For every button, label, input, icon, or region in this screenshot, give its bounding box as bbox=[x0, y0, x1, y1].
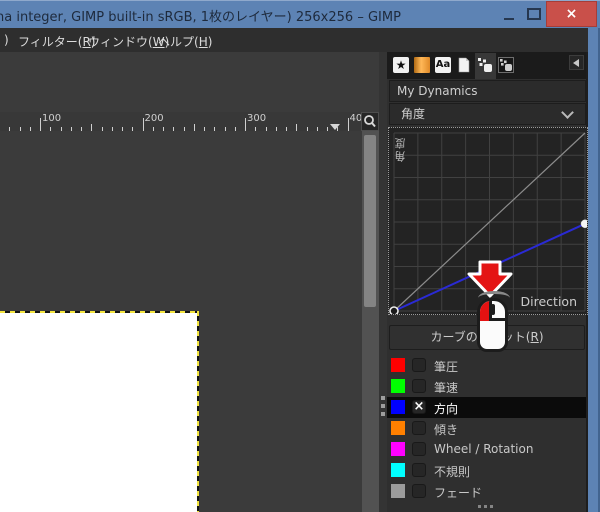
dynamics-selector[interactable]: 角度 bbox=[389, 103, 586, 125]
dynamics-property-row[interactable]: 傾き bbox=[387, 418, 586, 439]
property-label: 傾き bbox=[434, 421, 458, 438]
dynamics-property-row[interactable]: × 方向 bbox=[387, 397, 586, 418]
dynamics-curve-editor[interactable]: 角度 Direction bbox=[388, 127, 588, 315]
zoom-follow-window-button[interactable] bbox=[361, 112, 379, 131]
dynamics-selector-value: 角度 bbox=[401, 107, 425, 121]
tab-paint-dynamics[interactable] bbox=[475, 53, 496, 79]
property-label: Wheel / Rotation bbox=[434, 442, 533, 456]
menu-bar: ) フィルター(R) ウィンドウ(W) ヘルプ(H) bbox=[0, 28, 588, 52]
magnifier-icon bbox=[362, 113, 378, 130]
property-label: 方向 bbox=[434, 400, 458, 417]
scrollbar-thumb[interactable] bbox=[364, 135, 376, 307]
dynamics-property-list: 筆圧 筆速 × 方向 傾き Wheel / bbox=[387, 355, 586, 502]
enable-checkbox[interactable] bbox=[412, 358, 426, 372]
enable-checkbox[interactable] bbox=[412, 379, 426, 393]
enable-checkbox[interactable]: × bbox=[412, 400, 426, 414]
menu-item-help[interactable]: ヘルプ(H) bbox=[158, 33, 212, 50]
color-swatch bbox=[391, 484, 405, 498]
dockable-dialogs-panel: ★ Aa bbox=[387, 52, 588, 512]
window-title: na integer, GIMP built-in sRGB, 1枚のレイヤー)… bbox=[0, 6, 401, 25]
property-label: 筆圧 bbox=[434, 358, 458, 375]
enable-checkbox[interactable] bbox=[412, 463, 426, 477]
tab-fonts[interactable]: Aa bbox=[433, 53, 454, 79]
color-swatch bbox=[391, 379, 405, 393]
tab-document[interactable] bbox=[454, 53, 475, 79]
property-label: 筆速 bbox=[434, 379, 458, 396]
ruler-position-marker bbox=[330, 124, 340, 130]
dynamics-property-row[interactable]: 筆速 bbox=[387, 376, 586, 397]
minimize-icon bbox=[504, 18, 514, 20]
menu-item-cropped: ) bbox=[4, 33, 9, 47]
close-button[interactable]: × bbox=[546, 1, 597, 27]
image-canvas[interactable] bbox=[0, 313, 197, 512]
minimize-button[interactable] bbox=[500, 7, 518, 23]
tab-menu-button[interactable] bbox=[569, 55, 584, 70]
chevron-down-icon bbox=[561, 106, 574, 119]
gradient-icon bbox=[414, 57, 430, 73]
enable-checkbox[interactable] bbox=[412, 421, 426, 435]
dynamics-property-row[interactable]: 筆圧 bbox=[387, 355, 586, 376]
tab-paint-dynamics-alt[interactable] bbox=[496, 53, 517, 79]
y-axis-label: 角度 bbox=[393, 136, 409, 162]
paint-dynamics-dark-icon bbox=[498, 57, 514, 73]
property-label: 不規則 bbox=[434, 463, 470, 480]
dock-splitter[interactable] bbox=[379, 52, 387, 512]
enable-checkbox[interactable] bbox=[412, 484, 426, 498]
paint-dynamics-icon bbox=[477, 57, 493, 73]
curve-plot bbox=[389, 128, 587, 314]
dynamics-property-row[interactable]: 不規則 bbox=[387, 460, 586, 481]
color-swatch bbox=[391, 463, 405, 477]
check-icon: × bbox=[414, 399, 425, 414]
fonts-icon: Aa bbox=[435, 57, 451, 73]
color-swatch bbox=[391, 442, 405, 456]
enable-checkbox[interactable] bbox=[412, 442, 426, 456]
property-label: フェード bbox=[434, 484, 482, 501]
panel-title: My Dynamics bbox=[389, 80, 586, 102]
window-border bbox=[588, 28, 600, 512]
x-axis-label: Direction bbox=[521, 294, 577, 309]
title-bar: na integer, GIMP built-in sRGB, 1枚のレイヤー)… bbox=[0, 0, 600, 28]
tab-gradients[interactable] bbox=[412, 53, 433, 79]
canvas-window: 100200300400 bbox=[0, 52, 379, 512]
dock-tab-bar: ★ Aa bbox=[387, 52, 586, 79]
color-swatch bbox=[391, 421, 405, 435]
left-triangle-icon bbox=[573, 59, 579, 67]
layer-boundary-top bbox=[0, 311, 199, 313]
color-swatch bbox=[391, 358, 405, 372]
layer-boundary-right bbox=[197, 311, 199, 512]
tab-tool-presets[interactable]: ★ bbox=[391, 53, 412, 79]
dynamics-property-row[interactable]: フェード bbox=[387, 481, 586, 502]
star-icon: ★ bbox=[393, 57, 409, 73]
dynamics-property-row[interactable]: Wheel / Rotation bbox=[387, 439, 586, 460]
paper-icon bbox=[456, 57, 472, 73]
reset-curve-button[interactable]: カーブのリセット(R) bbox=[389, 325, 585, 350]
horizontal-ruler[interactable]: 100200300400 bbox=[0, 112, 361, 131]
vertical-scrollbar[interactable] bbox=[362, 131, 379, 512]
close-icon: × bbox=[566, 6, 578, 22]
color-swatch bbox=[391, 400, 405, 414]
resize-grip[interactable] bbox=[478, 505, 498, 509]
maximize-button[interactable] bbox=[527, 8, 541, 20]
menu-item-filters[interactable]: フィルター(R) bbox=[18, 33, 95, 50]
